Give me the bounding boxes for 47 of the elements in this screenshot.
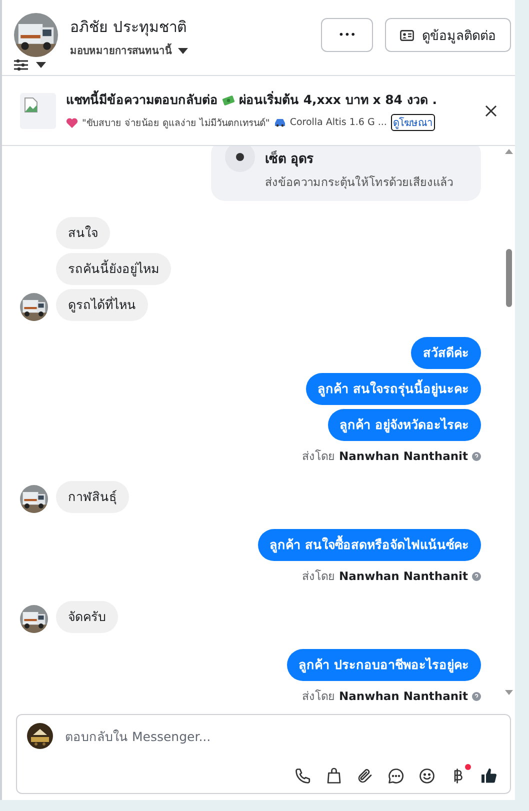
message-input[interactable]: ตอบกลับใน Messenger...: [63, 728, 498, 744]
banner-title: แชทนี้มีข้อความตอบกลับต่อ: [66, 90, 218, 109]
notification-dot: [465, 764, 471, 770]
sender-name: Nanwhan Nanthanit: [339, 569, 468, 583]
help-icon[interactable]: [472, 692, 481, 700]
help-icon[interactable]: [472, 452, 481, 460]
incoming-message: รถคันนี้ยังอยู่ไหม: [56, 253, 171, 285]
caret-icon: [36, 62, 46, 68]
contact-card-icon: [400, 30, 414, 40]
chat-bubble-icon[interactable]: [387, 767, 405, 785]
emoji-icon[interactable]: [418, 767, 436, 785]
assign-conversation-button[interactable]: มอบหมายการสนทนานี้: [70, 43, 310, 58]
more-button[interactable]: •••: [321, 18, 373, 52]
call-card-title: เซ็ต อุดร: [265, 150, 315, 169]
call-card-text: ส่งข้อความกระตุ้นให้โทรด้วยเสียงแล้ว: [265, 174, 453, 191]
money-icon: [222, 94, 235, 106]
outgoing-message: ลูกค้า อยู่จังหวัดอะไรคะ: [328, 409, 481, 441]
heart-icon: [66, 118, 78, 128]
filter-icon[interactable]: [14, 59, 28, 71]
sent-by-label: ส่งโดย: [302, 448, 336, 465]
outgoing-message: ลูกค้า ประกอบอาชีพอะไรอยู่คะ: [286, 649, 481, 681]
caret-icon: [178, 48, 188, 54]
car-icon: [274, 118, 286, 127]
phone-icon[interactable]: [294, 767, 312, 785]
sent-by-label: ส่งโดย: [302, 688, 336, 704]
incoming-message: ดูรถได้ที่ไหน: [56, 289, 148, 321]
broken-image-icon: [24, 96, 38, 112]
contact-info-button[interactable]: ดูข้อมูลติดต่อ: [385, 18, 511, 52]
outgoing-message: ลูกค้า สนใจซื้อสดหรือจัดไฟแน้นซ์คะ: [258, 529, 481, 561]
sender-name: Nanwhan Nanthanit: [339, 449, 468, 463]
banner-offer: ผ่อนเริ่มต้น 4,xxx บาท x 84 งวด .: [239, 90, 437, 109]
shopping-bag-icon[interactable]: [325, 767, 343, 785]
outgoing-message: ลูกค้า สนใจรถรุ่นนี้อยู่นะคะ: [306, 373, 481, 405]
help-icon[interactable]: [472, 572, 481, 580]
outgoing-message: สวัสดีค่ะ: [411, 337, 481, 369]
view-ad-link[interactable]: ดูโฆษณา: [390, 114, 435, 131]
incoming-message: สนใจ: [56, 217, 110, 249]
sender-name: Nanwhan Nanthanit: [339, 689, 468, 703]
ad-quote: "ขับสบาย จ่ายน้อย ดูแลง่าย ไม่มีวันตกเทรนด์": [82, 116, 270, 130]
paperclip-icon[interactable]: [356, 767, 374, 785]
incoming-message: จัดครับ: [56, 601, 118, 633]
close-icon: [485, 104, 497, 116]
incoming-message: กาฬสินธุ์: [56, 481, 129, 513]
thumbs-up-icon[interactable]: [480, 767, 498, 785]
contact-name: อภิชัย ประทุมชาติ: [70, 17, 188, 38]
sent-by-label: ส่งโดย: [302, 568, 336, 585]
ad-car-model: Corolla Altis 1.6 G ...: [290, 117, 387, 128]
